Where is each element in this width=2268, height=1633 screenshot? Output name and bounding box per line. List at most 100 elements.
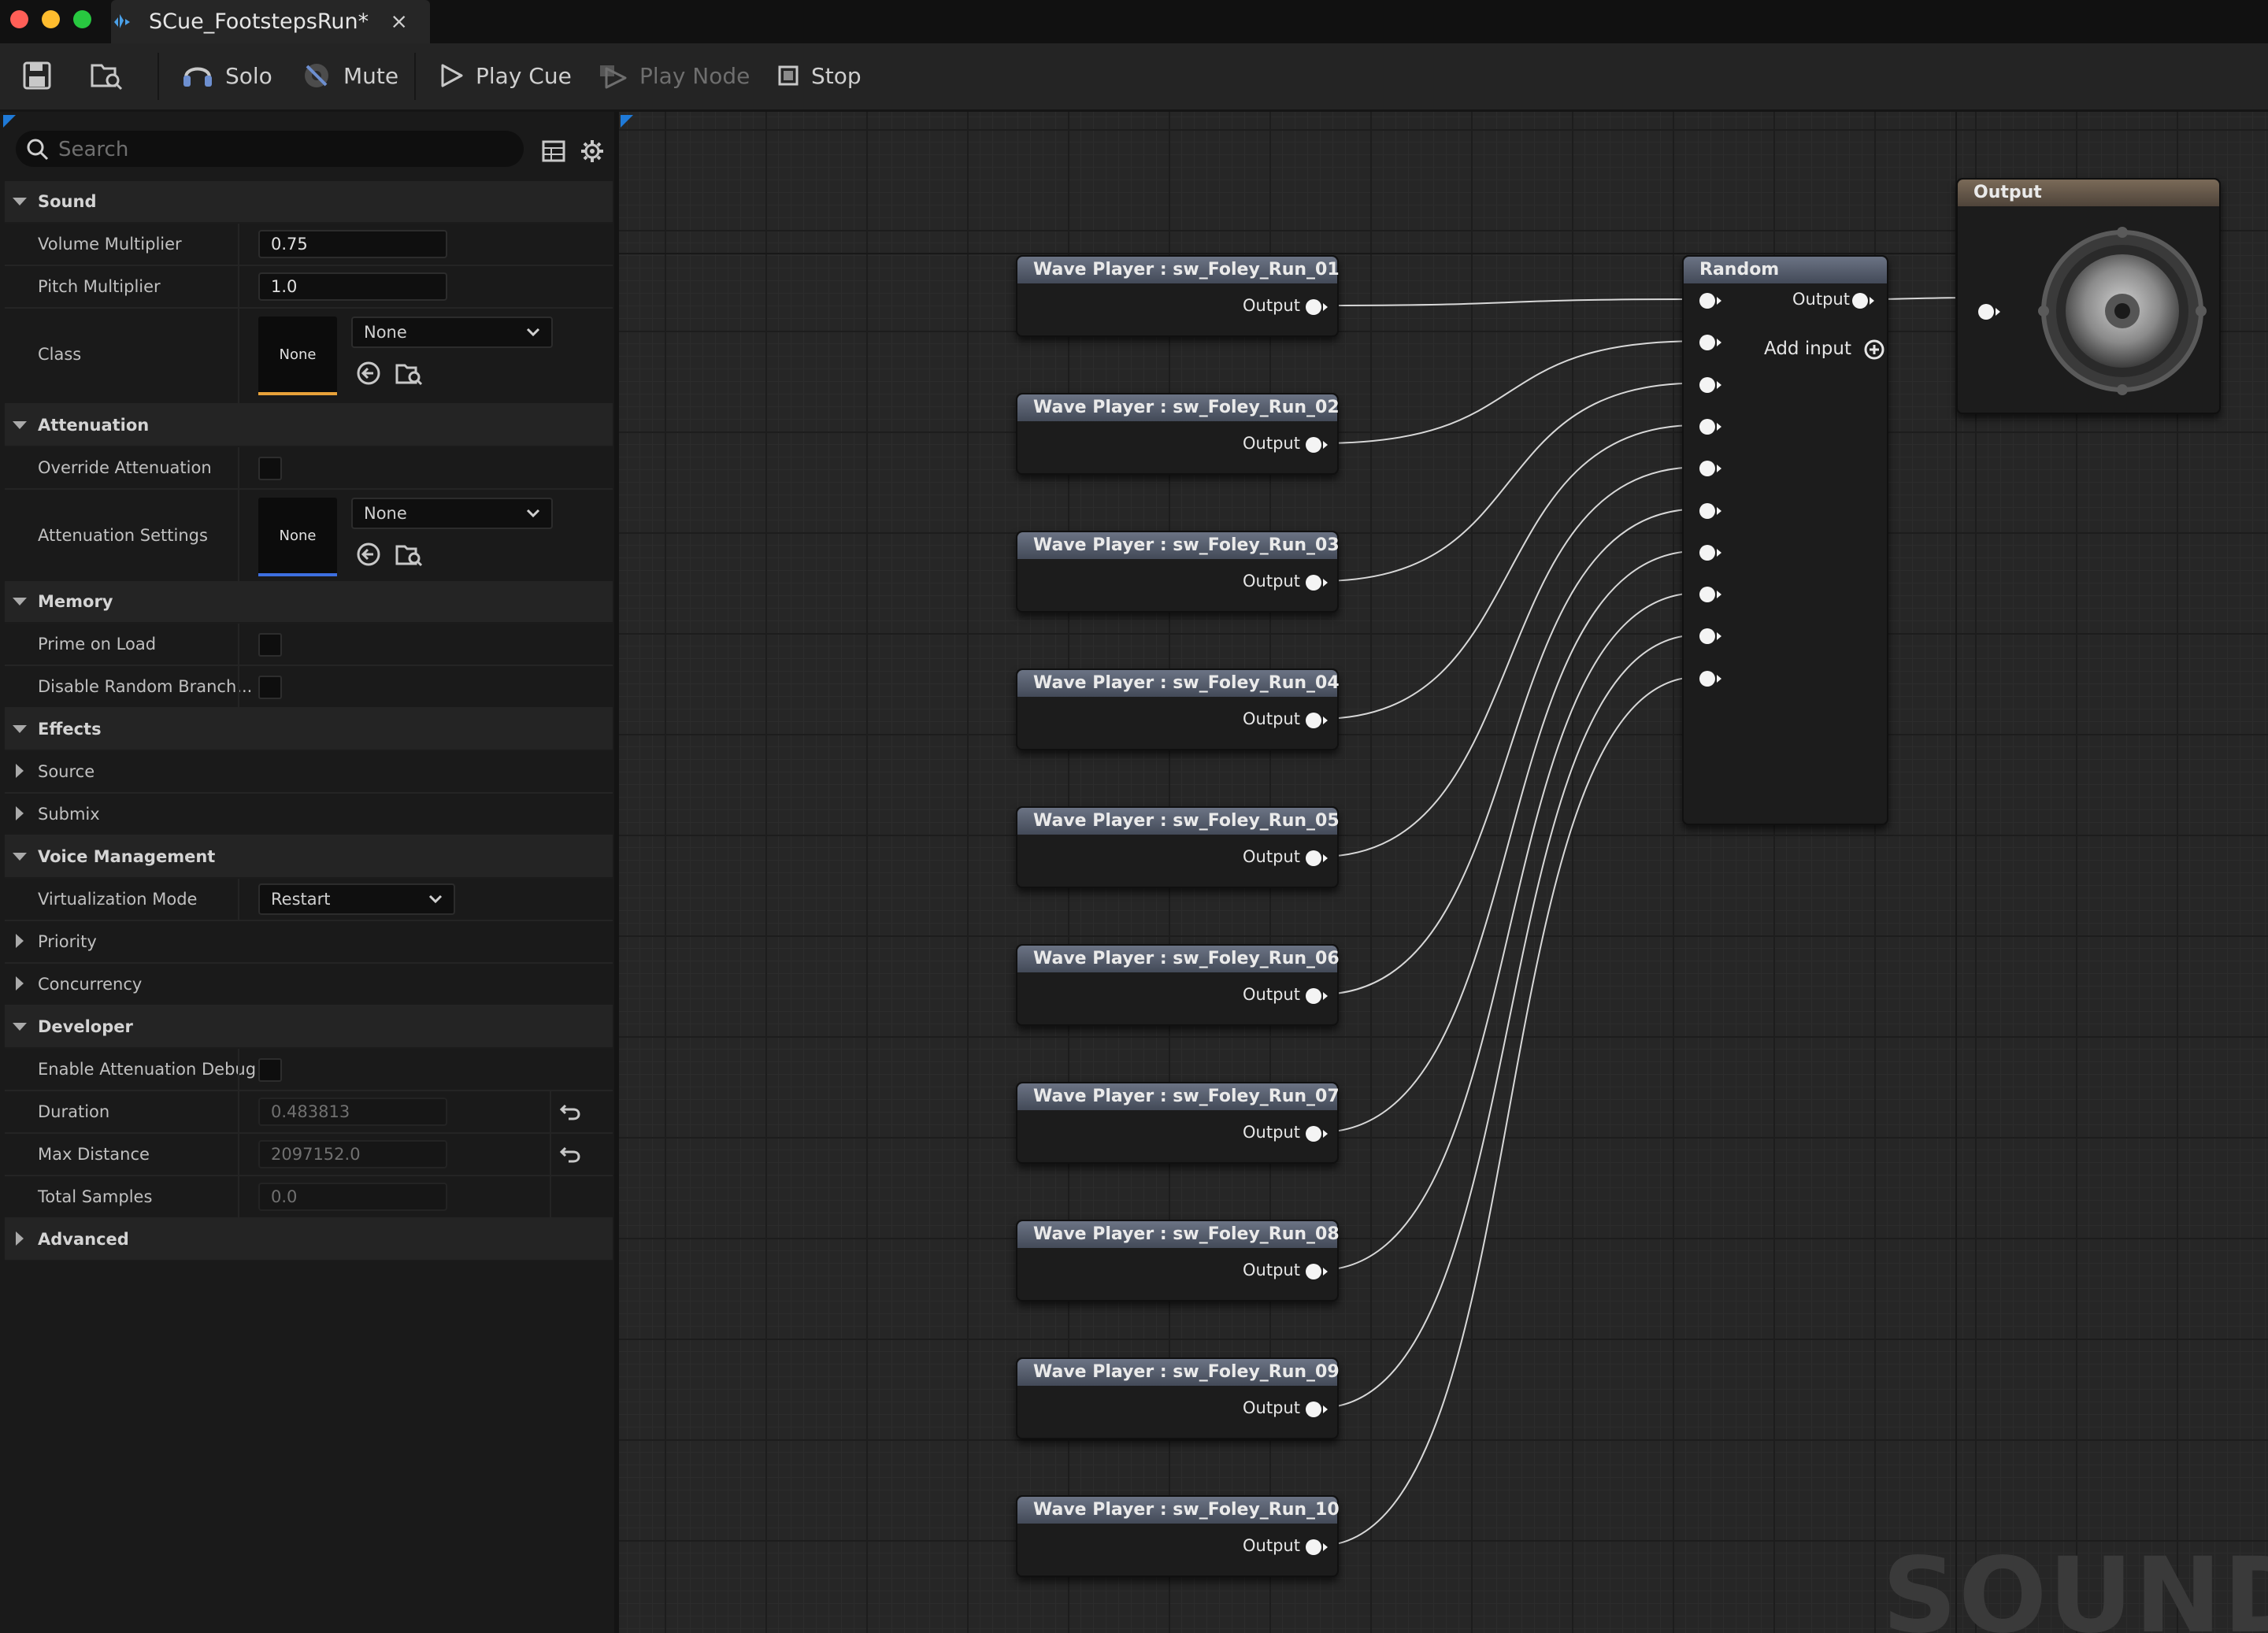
section-attenuation[interactable]: Attenuation xyxy=(5,405,613,447)
browse-folder-icon[interactable] xyxy=(395,361,422,386)
close-window-button[interactable] xyxy=(10,10,28,28)
random-input-pin[interactable] xyxy=(1699,293,1721,309)
prop-source[interactable]: Source xyxy=(5,751,613,794)
wave-output-pin[interactable] xyxy=(1306,299,1328,315)
section-sound[interactable]: Sound xyxy=(5,181,613,224)
random-input-pin[interactable] xyxy=(1699,628,1721,645)
attenuation-asset-thumbnail[interactable]: None xyxy=(258,498,337,576)
section-developer[interactable]: Developer xyxy=(5,1006,613,1049)
random-input-pin[interactable] xyxy=(1699,670,1721,687)
prop-priority[interactable]: Priority xyxy=(5,921,613,964)
class-asset-thumbnail[interactable]: None xyxy=(258,317,337,395)
wave-output-pin[interactable] xyxy=(1306,1264,1328,1279)
prop-disable-random-branch: Disable Random Branch... xyxy=(5,666,613,709)
node-header: Output xyxy=(1958,180,2219,206)
editor-tab[interactable]: SCue_FootstepsRun* × xyxy=(111,0,430,43)
browse-asset-button[interactable] xyxy=(90,57,135,94)
node-header: Wave Player : sw_Foley_Run_06 xyxy=(1017,946,1340,972)
random-input-pin[interactable] xyxy=(1699,502,1721,519)
section-effects[interactable]: Effects xyxy=(5,709,613,751)
node-title: Wave Player : sw_Foley_Run_04 xyxy=(1033,673,1340,693)
prime-on-load-checkbox[interactable] xyxy=(258,633,282,657)
wave-player-node[interactable]: Wave Player : sw_Foley_Run_10 Output xyxy=(1016,1495,1340,1577)
collapse-arrow-icon xyxy=(13,421,27,429)
wave-player-node[interactable]: Wave Player : sw_Foley_Run_05 Output xyxy=(1016,806,1340,888)
override-attenuation-checkbox[interactable] xyxy=(258,457,282,480)
save-button[interactable] xyxy=(22,57,63,94)
random-input-pin[interactable] xyxy=(1699,587,1721,603)
wave-output-pin[interactable] xyxy=(1306,1402,1328,1417)
toolbar-separator xyxy=(414,53,416,100)
wave-output-pin[interactable] xyxy=(1306,850,1328,866)
thumbnail-label: None xyxy=(279,528,317,544)
node-title: Wave Player : sw_Foley_Run_03 xyxy=(1033,535,1340,555)
wave-player-node[interactable]: Wave Player : sw_Foley_Run_04 Output xyxy=(1016,668,1340,750)
play-node-button[interactable]: Play Node xyxy=(598,57,750,94)
section-label: Advanced xyxy=(38,1230,129,1249)
class-asset-combo[interactable]: None xyxy=(351,317,553,348)
wave-output-pin[interactable] xyxy=(1306,713,1328,728)
prop-submix[interactable]: Submix xyxy=(5,794,613,836)
wave-output-pin[interactable] xyxy=(1306,1539,1328,1555)
use-selected-arrow-icon[interactable] xyxy=(356,361,381,386)
add-input-plus-icon[interactable] xyxy=(1863,339,1885,361)
prop-label: Concurrency xyxy=(38,975,143,994)
reset-to-default-icon[interactable] xyxy=(559,1102,581,1121)
graph-watermark: SOUND CUE xyxy=(1882,1535,2268,1633)
minimize-window-button[interactable] xyxy=(42,10,60,28)
random-output-pin[interactable] xyxy=(1852,293,1874,309)
output-node[interactable]: Output xyxy=(1956,178,2221,414)
wave-output-pin[interactable] xyxy=(1306,988,1328,1004)
wave-player-node[interactable]: Wave Player : sw_Foley_Run_08 Output xyxy=(1016,1220,1340,1302)
browse-folder-icon[interactable] xyxy=(395,542,422,567)
wave-output-pin[interactable] xyxy=(1306,437,1328,453)
volume-multiplier-input[interactable]: 0.75 xyxy=(258,230,447,258)
virtualization-mode-dropdown[interactable]: Restart xyxy=(258,883,455,915)
pitch-multiplier-input[interactable]: 1.0 xyxy=(258,272,447,301)
section-memory[interactable]: Memory xyxy=(5,581,613,624)
mute-button[interactable]: Mute xyxy=(301,57,398,94)
use-selected-arrow-icon[interactable] xyxy=(356,542,381,567)
wave-player-node[interactable]: Wave Player : sw_Foley_Run_07 Output xyxy=(1016,1082,1340,1164)
tab-close-icon[interactable]: × xyxy=(390,9,408,34)
enable-attenuation-debug-checkbox[interactable] xyxy=(258,1058,282,1082)
play-cue-button[interactable]: Play Cue xyxy=(438,57,572,94)
property-matrix-icon[interactable] xyxy=(542,140,565,162)
disable-random-branch-checkbox[interactable] xyxy=(258,676,282,699)
wave-output-pin[interactable] xyxy=(1306,575,1328,591)
random-input-pin[interactable] xyxy=(1699,335,1721,351)
search-input[interactable] xyxy=(57,131,517,168)
wave-player-node[interactable]: Wave Player : sw_Foley_Run_03 Output xyxy=(1016,531,1340,613)
mute-icon xyxy=(305,64,328,87)
random-input-pin[interactable] xyxy=(1699,544,1721,561)
random-input-pin[interactable] xyxy=(1699,461,1721,477)
random-input-pin[interactable] xyxy=(1699,376,1721,393)
stop-button[interactable]: Stop xyxy=(776,57,862,94)
wave-output-pin[interactable] xyxy=(1306,1126,1328,1142)
reset-to-default-icon[interactable] xyxy=(559,1145,581,1164)
solo-button[interactable]: Solo xyxy=(181,57,272,94)
settings-gear-icon[interactable] xyxy=(580,139,605,164)
wave-player-node[interactable]: Wave Player : sw_Foley_Run_06 Output xyxy=(1016,944,1340,1026)
add-input-label[interactable]: Add input xyxy=(1764,339,1851,359)
node-header: Wave Player : sw_Foley_Run_10 xyxy=(1017,1497,1340,1524)
output-input-pin[interactable] xyxy=(1978,304,2000,320)
wave-player-node[interactable]: Wave Player : sw_Foley_Run_09 Output xyxy=(1016,1357,1340,1439)
graph-canvas[interactable]: Wave Player : sw_Foley_Run_01 Output Wave … xyxy=(619,112,2268,1633)
asset-type-bar xyxy=(258,573,337,576)
attenuation-asset-combo[interactable]: None xyxy=(351,498,553,529)
section-voice-management[interactable]: Voice Management xyxy=(5,836,613,879)
prop-enable-attenuation-debug: Enable Attenuation Debug xyxy=(5,1049,613,1091)
wave-player-node[interactable]: Wave Player : sw_Foley_Run_02 Output xyxy=(1016,393,1340,475)
wave-output-label: Output xyxy=(1243,847,1300,866)
details-search[interactable] xyxy=(16,131,524,168)
wave-player-node[interactable]: Wave Player : sw_Foley_Run_01 Output xyxy=(1016,255,1340,337)
wave-output-label: Output xyxy=(1243,1261,1300,1279)
wave-output-label: Output xyxy=(1243,709,1300,728)
section-advanced[interactable]: Advanced xyxy=(5,1219,613,1261)
random-input-pin[interactable] xyxy=(1699,418,1721,435)
prop-virtualization-mode: Virtualization Mode Restart xyxy=(5,879,613,921)
zoom-window-button[interactable] xyxy=(73,10,91,28)
prop-concurrency[interactable]: Concurrency xyxy=(5,964,613,1006)
random-node[interactable]: Random Output Add input xyxy=(1682,255,1888,825)
